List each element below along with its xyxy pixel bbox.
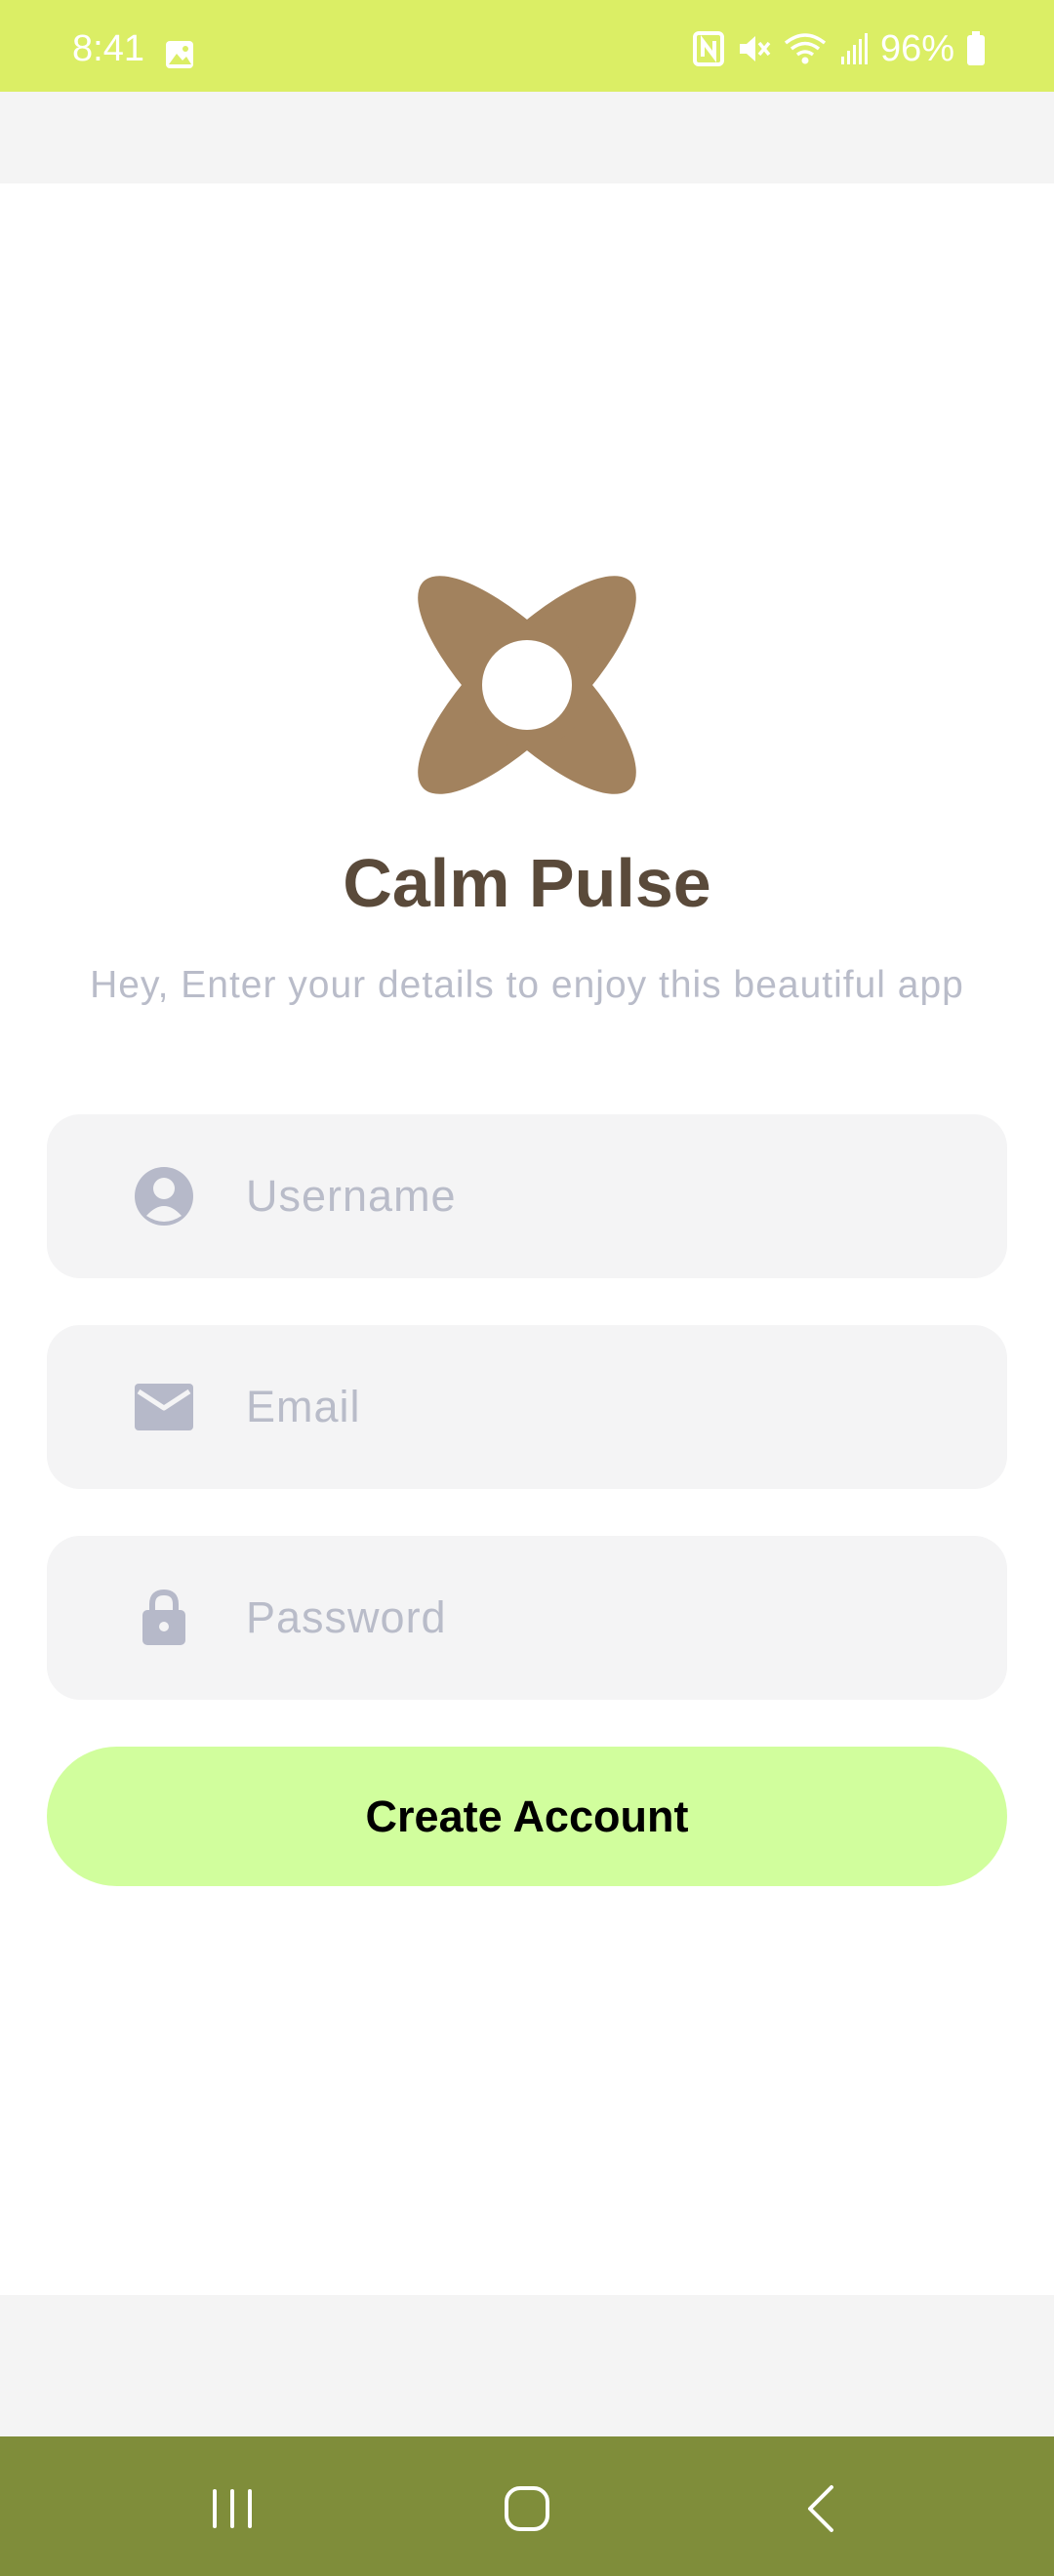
status-time: 8:41 <box>72 28 144 69</box>
system-nav-bar <box>0 2436 1054 2576</box>
wifi-icon <box>784 33 827 64</box>
nfc-icon <box>692 31 724 66</box>
back-icon[interactable] <box>783 2470 861 2548</box>
status-bar: 8:41 96% <box>0 0 1054 92</box>
mute-icon <box>739 36 771 61</box>
user-icon <box>135 1167 193 1226</box>
status-icons: 96% <box>692 27 986 70</box>
password-field[interactable] <box>47 1536 1007 1700</box>
username-input[interactable] <box>246 1114 968 1278</box>
lock-icon <box>142 1589 185 1645</box>
home-icon[interactable] <box>488 2470 566 2548</box>
email-field[interactable] <box>47 1325 1007 1489</box>
username-field[interactable] <box>47 1114 1007 1278</box>
app-subtitle: Hey, Enter your details to enjoy this be… <box>90 964 964 1006</box>
header-band <box>0 92 1054 183</box>
email-input[interactable] <box>246 1325 968 1489</box>
password-input[interactable] <box>246 1536 968 1700</box>
battery-icon <box>967 31 985 65</box>
recent-apps-icon[interactable] <box>193 2470 271 2548</box>
battery-percent: 96% <box>879 28 954 69</box>
footer-band <box>0 2295 1054 2436</box>
flower-logo-icon <box>418 576 636 794</box>
create-account-button[interactable]: Create Account <box>47 1747 1007 1886</box>
signal-icon <box>840 33 868 64</box>
gallery-icon <box>166 41 193 68</box>
app-title: Calm Pulse <box>343 845 711 921</box>
mail-icon <box>135 1384 193 1430</box>
